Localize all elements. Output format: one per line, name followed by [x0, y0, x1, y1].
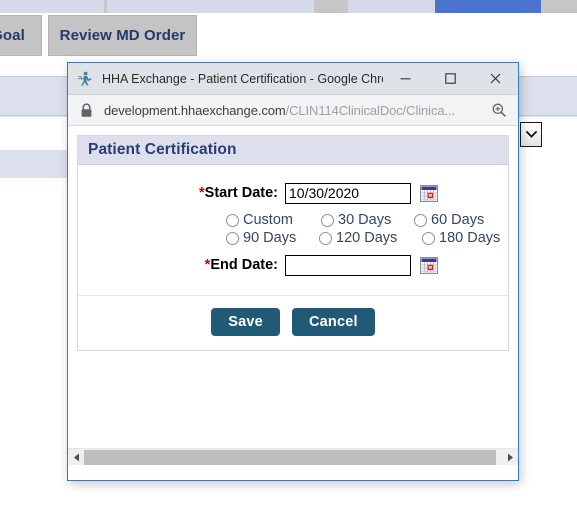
- page-tab-bar: Goal Review MD Order: [0, 13, 577, 58]
- start-date-input[interactable]: [285, 182, 411, 204]
- top-strip-segment: [107, 0, 314, 13]
- minimize-button[interactable]: [383, 63, 428, 94]
- save-button[interactable]: Save: [211, 308, 280, 336]
- scrollbar-thumb[interactable]: [84, 449, 496, 465]
- form-body: *Start Date: 10/30/2020 Custom 30 Days 6…: [78, 165, 508, 350]
- start-date-row: *Start Date:: [78, 175, 508, 211]
- radio-label-custom: Custom: [243, 212, 293, 228]
- radio-option-90days[interactable]: 90 Days: [226, 230, 313, 246]
- top-strip-segment: [348, 0, 435, 13]
- start-date-label-text: Start Date:: [204, 185, 278, 201]
- horizontal-scrollbar[interactable]: [68, 448, 518, 465]
- patient-certification-panel: Patient Certification *Start Date: 10/30…: [77, 135, 509, 351]
- window-title-bar[interactable]: HHA Exchange - Patient Certification - G…: [68, 63, 518, 95]
- end-date-row: *End Date:: [78, 247, 508, 283]
- duration-options-row-1: Custom 30 Days 60 Days: [78, 211, 508, 229]
- radio-option-30days[interactable]: 30 Days: [321, 212, 408, 228]
- sidebar-item-review-md-order[interactable]: Review MD Order: [48, 15, 197, 56]
- window-title: HHA Exchange - Patient Certification - G…: [102, 71, 383, 86]
- radio-label-90days: 90 Days: [243, 230, 297, 246]
- end-date-input[interactable]: [285, 254, 411, 276]
- radio-option-custom[interactable]: Custom: [226, 212, 315, 228]
- radio-dot-icon: [226, 213, 239, 227]
- top-strip-segment-active: [435, 0, 541, 13]
- page-viewport: Patient Certification *Start Date: 10/30…: [68, 126, 518, 465]
- dropdown-toggle[interactable]: [520, 122, 542, 147]
- radio-dot-icon: [321, 213, 334, 227]
- top-strip-segment: [0, 0, 104, 13]
- url-display: development.hhaexchange.com/CLIN114Clini…: [104, 103, 491, 118]
- page-tab-goal-label: Goal: [0, 27, 25, 44]
- page-title: Patient Certification: [78, 136, 508, 165]
- radio-dot-icon: [414, 213, 427, 227]
- start-date-label: *Start Date:: [78, 185, 285, 201]
- maximize-button[interactable]: [428, 63, 473, 94]
- radio-label-30days: 30 Days: [338, 212, 392, 228]
- radio-option-180days[interactable]: 180 Days: [422, 230, 502, 246]
- scroll-left-button[interactable]: [68, 449, 84, 465]
- start-date-calendar-icon[interactable]: [420, 184, 438, 202]
- sidebar-item-goal[interactable]: Goal: [0, 15, 42, 56]
- close-button[interactable]: [473, 63, 518, 94]
- maximize-icon: [445, 73, 456, 84]
- end-date-label: *End Date:: [78, 257, 285, 273]
- end-date-calendar-icon[interactable]: [420, 256, 438, 274]
- url-host: development.hhaexchange.com: [104, 102, 286, 118]
- url-path: /CLIN114ClinicalDoc/Clinica...: [285, 102, 456, 118]
- radio-option-120days[interactable]: 120 Days: [319, 230, 416, 246]
- radio-dot-icon: [319, 231, 332, 245]
- radio-label-120days: 120 Days: [336, 230, 398, 246]
- scrollbar-track[interactable]: [84, 449, 502, 465]
- zoom-in-icon[interactable]: [491, 102, 507, 118]
- scroll-right-button[interactable]: [502, 449, 518, 465]
- lock-icon: [81, 102, 92, 117]
- duration-options-row-2: 90 Days 120 Days 180 Days: [78, 229, 508, 247]
- radio-option-60days[interactable]: 60 Days: [414, 212, 494, 228]
- chevron-down-icon: [525, 131, 537, 138]
- radio-label-180days: 180 Days: [439, 230, 501, 246]
- radio-dot-icon: [226, 231, 239, 245]
- close-icon: [490, 73, 501, 84]
- arrow-left-icon: [73, 453, 79, 461]
- hha-exchange-runner-icon: [77, 71, 92, 86]
- page-tab-review-label: Review MD Order: [59, 27, 186, 44]
- address-bar[interactable]: development.hhaexchange.com/CLIN114Clini…: [68, 95, 518, 126]
- radio-label-60days: 60 Days: [431, 212, 485, 228]
- arrow-right-icon: [507, 453, 513, 461]
- cancel-button[interactable]: Cancel: [291, 308, 375, 336]
- minimize-icon: [400, 78, 411, 80]
- top-strip: [0, 0, 577, 13]
- radio-dot-icon: [422, 231, 435, 245]
- browser-popup-window: HHA Exchange - Patient Certification - G…: [67, 62, 519, 481]
- form-actions: Save Cancel: [78, 295, 508, 350]
- end-date-label-text: End Date:: [210, 257, 278, 273]
